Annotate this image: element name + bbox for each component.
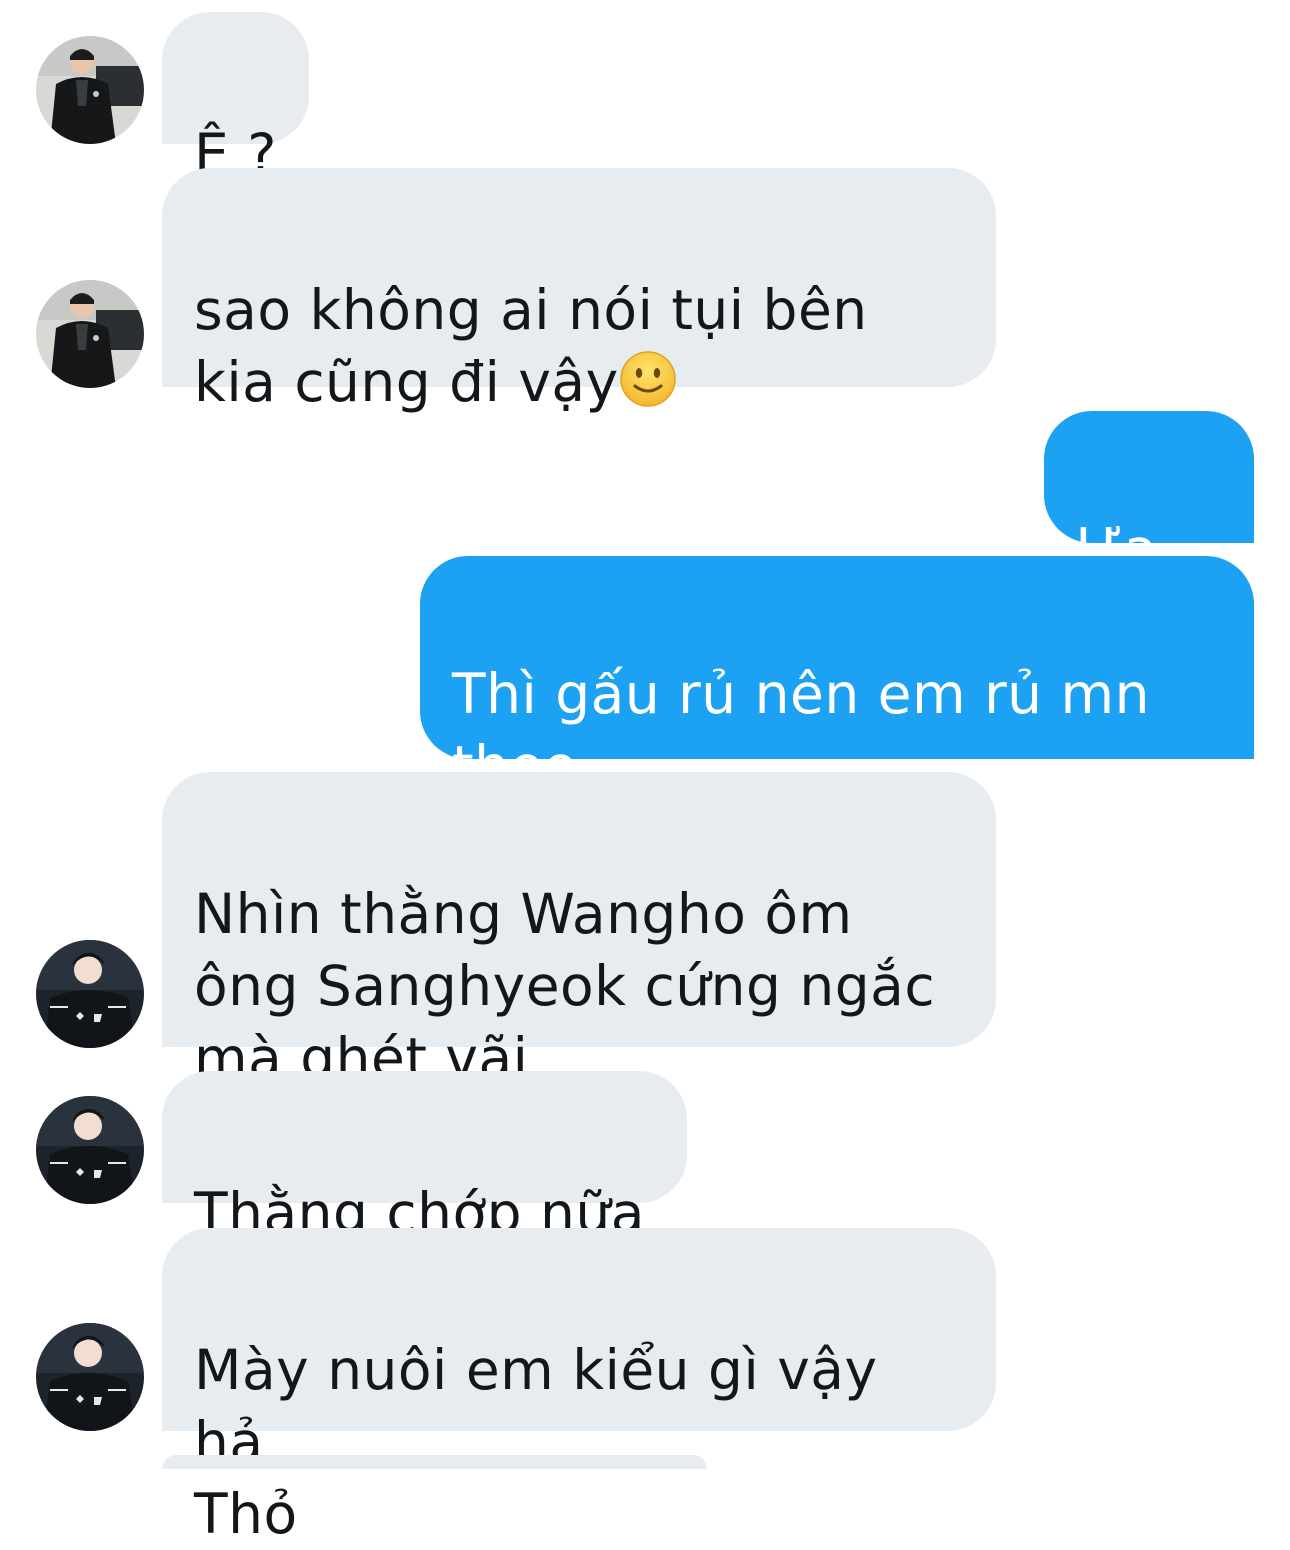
avatar[interactable]: [36, 940, 144, 1048]
avatar[interactable]: [36, 1096, 144, 1204]
message-text: Nhìn thằng Wangho ôm ông Sanghyeok cứng …: [194, 882, 936, 1090]
avatar[interactable]: [36, 1323, 144, 1431]
message-text: sao không ai nói tụi bên kia cũng đi vậy: [194, 278, 868, 414]
message-bubble-incoming[interactable]: Thằng chớp nữa: [162, 1071, 687, 1245]
message-bubble-outgoing[interactable]: Ựa ...: [1044, 411, 1254, 653]
message-text: Mày nuôi em kiểu gì vậy hả Thỏ: [194, 1338, 878, 1546]
message-bubble-outgoing[interactable]: Thì gấu rủ nên em rủ mn theo: [420, 556, 1254, 798]
user-photo-icon: [36, 1323, 144, 1431]
avatar[interactable]: [36, 36, 144, 144]
user-photo-icon: [36, 280, 144, 388]
avatar[interactable]: [36, 280, 144, 388]
slightly-smiling-face-icon: [619, 351, 676, 407]
message-bubble-incoming[interactable]: Mày nuôi em kiểu gì vậy hả Thỏ: [162, 1228, 996, 1546]
message-bubble-incoming[interactable]: Nhìn thằng Wangho ôm ông Sanghyeok cứng …: [162, 772, 996, 1090]
message-bubble-incoming[interactable]: sao không ai nói tụi bên kia cũng đi vậy: [162, 168, 996, 414]
message-bubble-incoming-partial[interactable]: [162, 1455, 707, 1469]
message-bubble-incoming[interactable]: Ê ?: [162, 12, 309, 186]
user-photo-icon: [36, 1096, 144, 1204]
user-photo-icon: [36, 940, 144, 1048]
user-photo-icon: [36, 36, 144, 144]
